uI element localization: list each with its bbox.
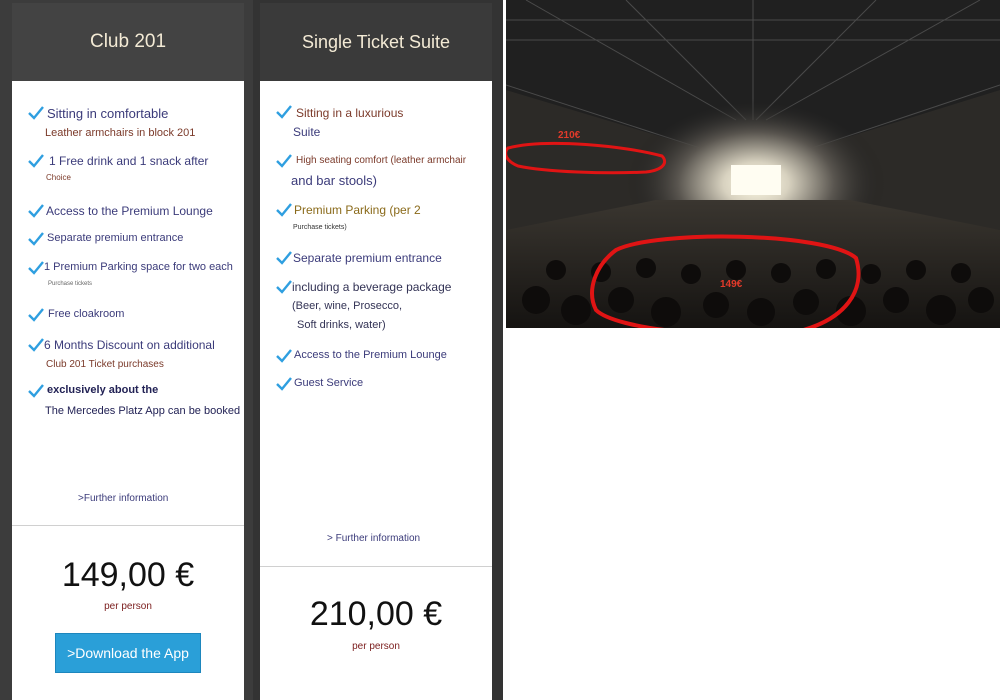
feature-subtext: Choice xyxy=(46,173,71,182)
feature-text: 1 Free drink and 1 snack after xyxy=(49,154,209,168)
arena-illustration xyxy=(506,0,1000,328)
check-icon xyxy=(276,203,292,217)
feature-subtext: Leather armchairs in block 201 xyxy=(45,127,196,139)
feature-subtext: (Beer, wine, Prosecco, xyxy=(292,300,403,312)
price: 210,00 € xyxy=(309,595,443,633)
check-icon xyxy=(28,384,44,398)
further-info-link[interactable]: >Further information xyxy=(78,493,168,504)
feature-text: Access to the Premium Lounge xyxy=(46,204,213,218)
feature-text: exclusively about the xyxy=(47,384,159,396)
check-icon xyxy=(28,261,44,275)
feature-subtext: Soft drinks, water) xyxy=(297,319,386,331)
suite-card: Single Ticket Suite Sitting in a luxurio… xyxy=(260,3,492,700)
check-icon xyxy=(28,106,44,120)
club201-title: Club 201 xyxy=(89,31,167,52)
arena-photo: 210€ 149€ xyxy=(506,0,1000,328)
feature-subtext: Club 201 Ticket purchases xyxy=(46,359,164,370)
feature-text: Guest Service xyxy=(294,377,364,389)
check-icon xyxy=(276,105,292,119)
feature-text: Separate premium entrance xyxy=(47,232,184,244)
club201-card: Club 201 Sitting in comfortable Leather … xyxy=(12,3,244,700)
feature-subtext: Suite xyxy=(293,125,321,139)
feature-text: 6 Months Discount on additional xyxy=(44,338,215,352)
check-icon xyxy=(276,251,292,265)
check-icon xyxy=(276,349,292,363)
check-icon xyxy=(276,377,292,391)
price-unit: per person xyxy=(104,601,152,612)
feature-text: Sitting in comfortable xyxy=(47,106,169,121)
download-app-button[interactable]: >Download the App xyxy=(55,633,201,673)
feature-text: Access to the Premium Lounge xyxy=(294,349,447,361)
price-tag-club: 149€ xyxy=(720,279,743,290)
divider xyxy=(12,525,244,526)
check-icon xyxy=(28,338,44,352)
feature-text: 1 Premium Parking space for two each xyxy=(44,261,233,273)
further-info-link[interactable]: > Further information xyxy=(327,533,420,544)
feature-text: Premium Parking (per 2 xyxy=(294,203,421,217)
check-icon xyxy=(28,204,44,218)
feature-subtext: Purchase tickets xyxy=(48,281,93,287)
feature-text: Free cloakroom xyxy=(48,308,125,320)
check-icon xyxy=(28,308,44,322)
feature-subtext: The Mercedes Platz App can be booked xyxy=(45,405,241,417)
check-icon xyxy=(276,280,292,294)
price: 149,00 € xyxy=(61,556,195,594)
feature-subtext: Purchase tickets) xyxy=(293,224,347,231)
club201-header: Club 201 xyxy=(12,3,244,81)
feature-text: High seating comfort (leather armchair xyxy=(296,155,467,166)
divider xyxy=(260,566,492,567)
check-icon xyxy=(28,232,44,246)
suite-title: Single Ticket Suite xyxy=(301,31,451,52)
feature-text: Sitting in a luxurious xyxy=(296,106,404,120)
stage xyxy=(731,165,781,195)
feature-text: including a beverage package xyxy=(292,280,452,294)
suite-header: Single Ticket Suite xyxy=(260,3,492,81)
check-icon xyxy=(276,154,292,168)
price-unit: per person xyxy=(352,641,400,652)
feature-text: Separate premium entrance xyxy=(293,251,442,265)
price-tag-suite: 210€ xyxy=(558,130,581,141)
check-icon xyxy=(28,154,44,168)
feature-subtext: and bar stools) xyxy=(291,173,377,188)
